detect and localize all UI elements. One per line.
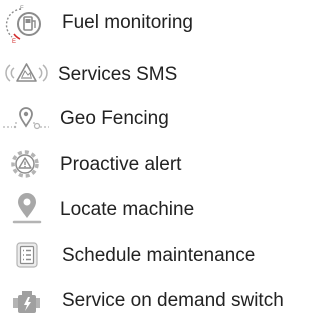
- feature-item-fuel-monitoring: F E Fuel monitoring: [0, 4, 312, 44]
- signal-warning-icon: [0, 56, 52, 92]
- feature-item-schedule-maintenance: Schedule maintenance: [0, 237, 312, 273]
- gear-alert-icon: [0, 146, 52, 182]
- engine-icon: [0, 282, 52, 318]
- feature-label: Fuel monitoring: [62, 12, 193, 33]
- feature-list: F E Fuel monitoring Services SMS Geo Fen…: [0, 0, 312, 318]
- fuel-full-mark: F: [20, 6, 24, 12]
- checklist-icon: [0, 237, 52, 273]
- feature-label: Geo Fencing: [60, 108, 169, 129]
- feature-label: Proactive alert: [60, 154, 182, 175]
- feature-item-locate-machine: Locate machine: [0, 191, 312, 227]
- fuel-empty-mark: E: [12, 39, 16, 44]
- geo-fence-pin-icon: [0, 100, 52, 136]
- feature-label: Service on demand switch: [62, 290, 284, 311]
- feature-item-service-on-demand-switch: Service on demand switch: [0, 282, 312, 318]
- feature-item-services-sms: Services SMS: [0, 56, 312, 92]
- feature-item-geo-fencing: Geo Fencing: [0, 100, 312, 136]
- fuel-gauge-icon: F E: [0, 4, 52, 44]
- feature-label: Locate machine: [60, 199, 195, 220]
- location-pin-icon: [0, 191, 52, 227]
- feature-label: Services SMS: [58, 64, 178, 85]
- feature-item-proactive-alert: Proactive alert: [0, 146, 312, 182]
- feature-label: Schedule maintenance: [62, 245, 256, 266]
